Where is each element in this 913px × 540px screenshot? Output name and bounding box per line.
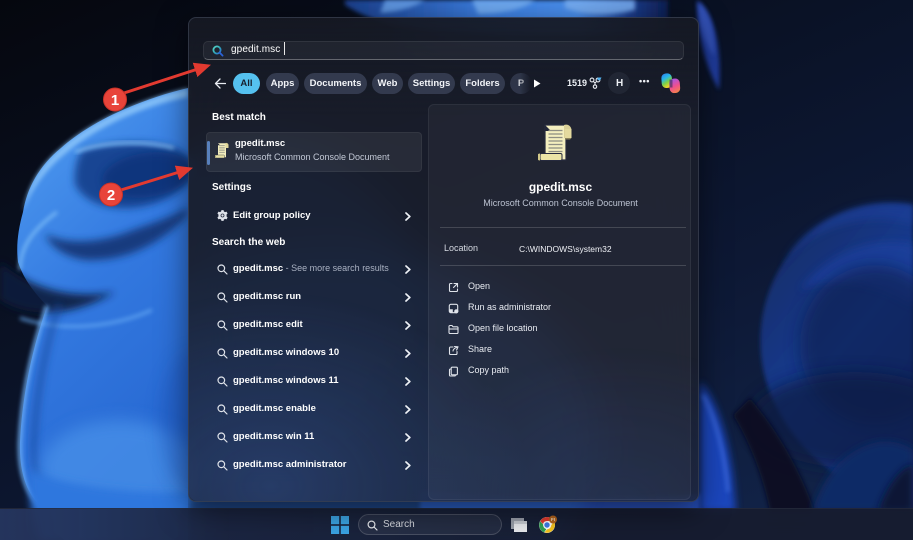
svg-text:FI: FI	[551, 517, 555, 522]
